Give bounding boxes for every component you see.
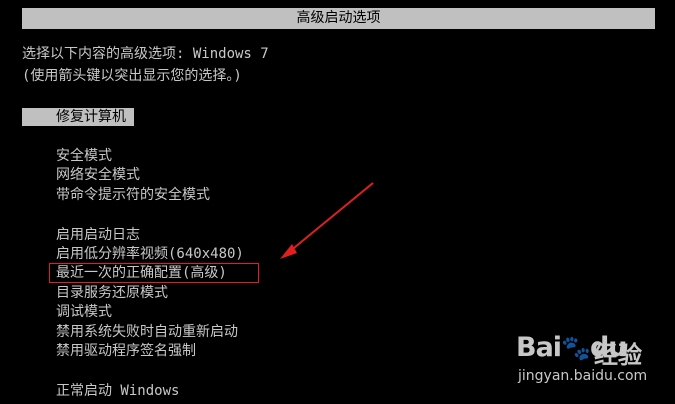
menu-item-safe-mode-networking[interactable]: 网络安全模式 <box>56 166 140 185</box>
menu-item-low-resolution-video[interactable]: 启用低分辨率视频(640x480) <box>56 245 244 264</box>
watermark-url: jingyan.baidu.com <box>518 368 648 384</box>
baidu-jingyan-watermark: Bai🐾du 经验 jingyan.baidu.com <box>500 332 670 398</box>
menu-item-disable-auto-restart[interactable]: 禁用系统失败时自动重新启动 <box>56 323 238 342</box>
menu-item-debugging-mode[interactable]: 调试模式 <box>56 303 112 322</box>
menu-item-boot-logging[interactable]: 启用启动日志 <box>56 226 140 245</box>
annotation-highlight-box <box>49 263 259 283</box>
menu-item-disable-driver-signature[interactable]: 禁用驱动程序签名强制 <box>56 342 196 361</box>
menu-item-safe-mode-command-prompt[interactable]: 带命令提示符的安全模式 <box>56 186 210 205</box>
menu-item-safe-mode[interactable]: 安全模式 <box>56 147 112 166</box>
prompt-line-os: 选择以下内容的高级选项: Windows 7 <box>22 46 269 62</box>
prompt-line-instructions: (使用箭头键以突出显示您的选择。) <box>22 68 242 84</box>
menu-item-repair-computer[interactable]: 修复计算机 <box>22 108 134 126</box>
watermark-brand: 经验 <box>594 341 642 369</box>
menu-item-directory-services-restore[interactable]: 目录服务还原模式 <box>56 284 168 303</box>
menu-item-start-windows-normally[interactable]: 正常启动 Windows <box>56 382 179 401</box>
paw-icon: 🐾 <box>561 334 591 362</box>
page-title: 高级启动选项 <box>22 8 655 29</box>
advanced-boot-options-screen: 高级启动选项 选择以下内容的高级选项: Windows 7 (使用箭头键以突出显… <box>0 0 675 404</box>
